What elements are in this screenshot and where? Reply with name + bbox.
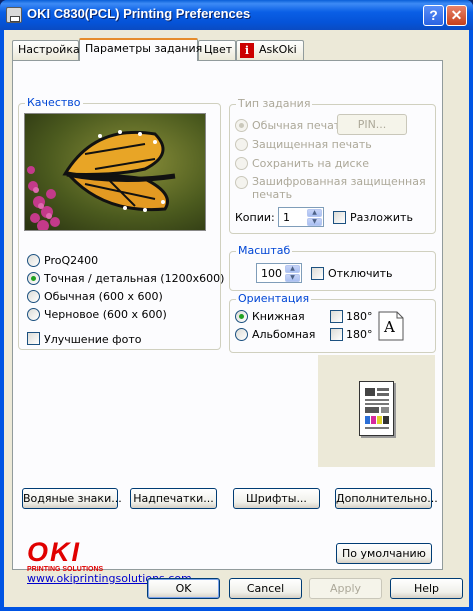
scale-disable-checkbox[interactable] [311,267,324,280]
landscape-rotate-checkbox[interactable] [330,328,343,341]
quality-draft-radio[interactable] [27,308,40,321]
dialog-client: Настройка Параметры задания Цвет i AskOk… [4,30,469,607]
fonts-button[interactable]: Шрифты... [233,488,320,509]
oki-logo: OKI PRINTING SOLUTIONS [27,539,103,574]
collate-label: Разложить [350,211,413,224]
cancel-button[interactable]: Cancel [229,578,302,599]
window-title: OKI C830(PCL) Printing Preferences [27,6,251,21]
copies-up-arrow-icon[interactable]: ▲ [307,209,322,217]
portrait-rotate-label: 180° [346,310,373,323]
portrait-rotate-checkbox[interactable] [330,310,343,323]
defaults-button[interactable]: По умолчанию [336,543,432,564]
job-encrypted-label: Зашифрованная защищенная [252,175,426,188]
orientation-portrait-radio[interactable] [235,310,248,323]
copies-value: 1 [283,211,290,224]
orientation-landscape-radio[interactable] [235,328,248,341]
quality-normal-radio[interactable] [27,290,40,303]
title-bar[interactable]: OKI C830(PCL) Printing Preferences ? ✕ [0,0,473,30]
close-button[interactable]: ✕ [446,5,467,26]
scale-up-arrow-icon[interactable]: ▲ [285,265,300,273]
tab-setup[interactable]: Настройка [12,40,80,60]
scale-group-label: Масштаб [236,244,293,257]
job-secure-radio[interactable] [235,138,248,151]
quality-fine-label: Точная / детальная (1200x600) [44,272,225,285]
job-type-group-label: Тип задания [236,97,313,110]
scale-spinner[interactable]: 100 ▲ ▼ [256,263,302,283]
job-store-radio[interactable] [235,157,248,170]
help-button[interactable]: Help [390,578,463,599]
tab-askoki[interactable]: i AskOki [236,40,304,60]
scale-down-arrow-icon[interactable]: ▼ [285,274,300,282]
quality-proq2400-label: ProQ2400 [44,254,99,267]
orientation-page-icon: A [378,311,404,341]
ok-button[interactable]: OK [147,578,220,599]
orientation-portrait-label: Книжная [252,310,305,323]
photo-enhance-checkbox[interactable] [27,332,40,345]
printer-icon [6,7,22,23]
oki-logo-text: OKI [27,537,82,567]
help-title-button[interactable]: ? [423,5,444,26]
quality-normal-label: Обычная (600 x 600) [44,290,163,303]
orientation-group-label: Ориентация [236,292,312,305]
tab-askoki-label: AskOki [259,43,297,56]
apply-button[interactable]: Apply [309,578,382,599]
orientation-group: Ориентация [229,292,436,353]
job-store-label: Сохранить на диске [252,157,370,170]
copies-spinner[interactable]: 1 ▲ ▼ [278,207,324,227]
collate-checkbox[interactable] [333,211,346,224]
scale-disable-label: Отключить [328,267,393,280]
orientation-landscape-label: Альбомная [252,328,316,341]
quality-proq2400-radio[interactable] [27,254,40,267]
job-encrypted-label-line2: печать [252,188,293,201]
quality-draft-label: Черновое (600 x 600) [44,308,167,321]
job-encrypted-radio[interactable] [235,176,248,189]
tab-job-options[interactable]: Параметры задания [79,38,202,61]
printing-preferences-window: OKI C830(PCL) Printing Preferences ? ✕ Н… [0,0,473,611]
orientation-letter: A [384,318,395,336]
job-options-pane: Качество ProQ2400 Точная / детальная (12… [12,60,443,585]
quality-fine-radio[interactable] [27,272,40,285]
landscape-rotate-label: 180° [346,328,373,341]
watermarks-button[interactable]: Водяные знаки... [22,488,122,509]
askoki-info-icon: i [240,43,254,58]
job-secure-label: Защищенная печать [252,138,372,151]
quality-group-label: Качество [25,96,83,109]
advanced-button[interactable]: Дополнительно... [335,488,438,509]
copies-down-arrow-icon[interactable]: ▼ [307,218,322,226]
quality-preview-image [24,113,206,231]
job-normal-radio[interactable] [235,119,248,132]
photo-enhance-label: Улучшение фото [44,333,142,346]
copies-label: Копии: [235,211,275,224]
tab-color[interactable]: Цвет [198,40,236,60]
overlays-button[interactable]: Надпечатки... [130,488,217,509]
pin-button[interactable]: PIN... [337,114,407,135]
scale-value: 100 [261,267,282,280]
page-preview-icon [359,381,394,436]
job-normal-label: Обычная печать [252,119,347,132]
